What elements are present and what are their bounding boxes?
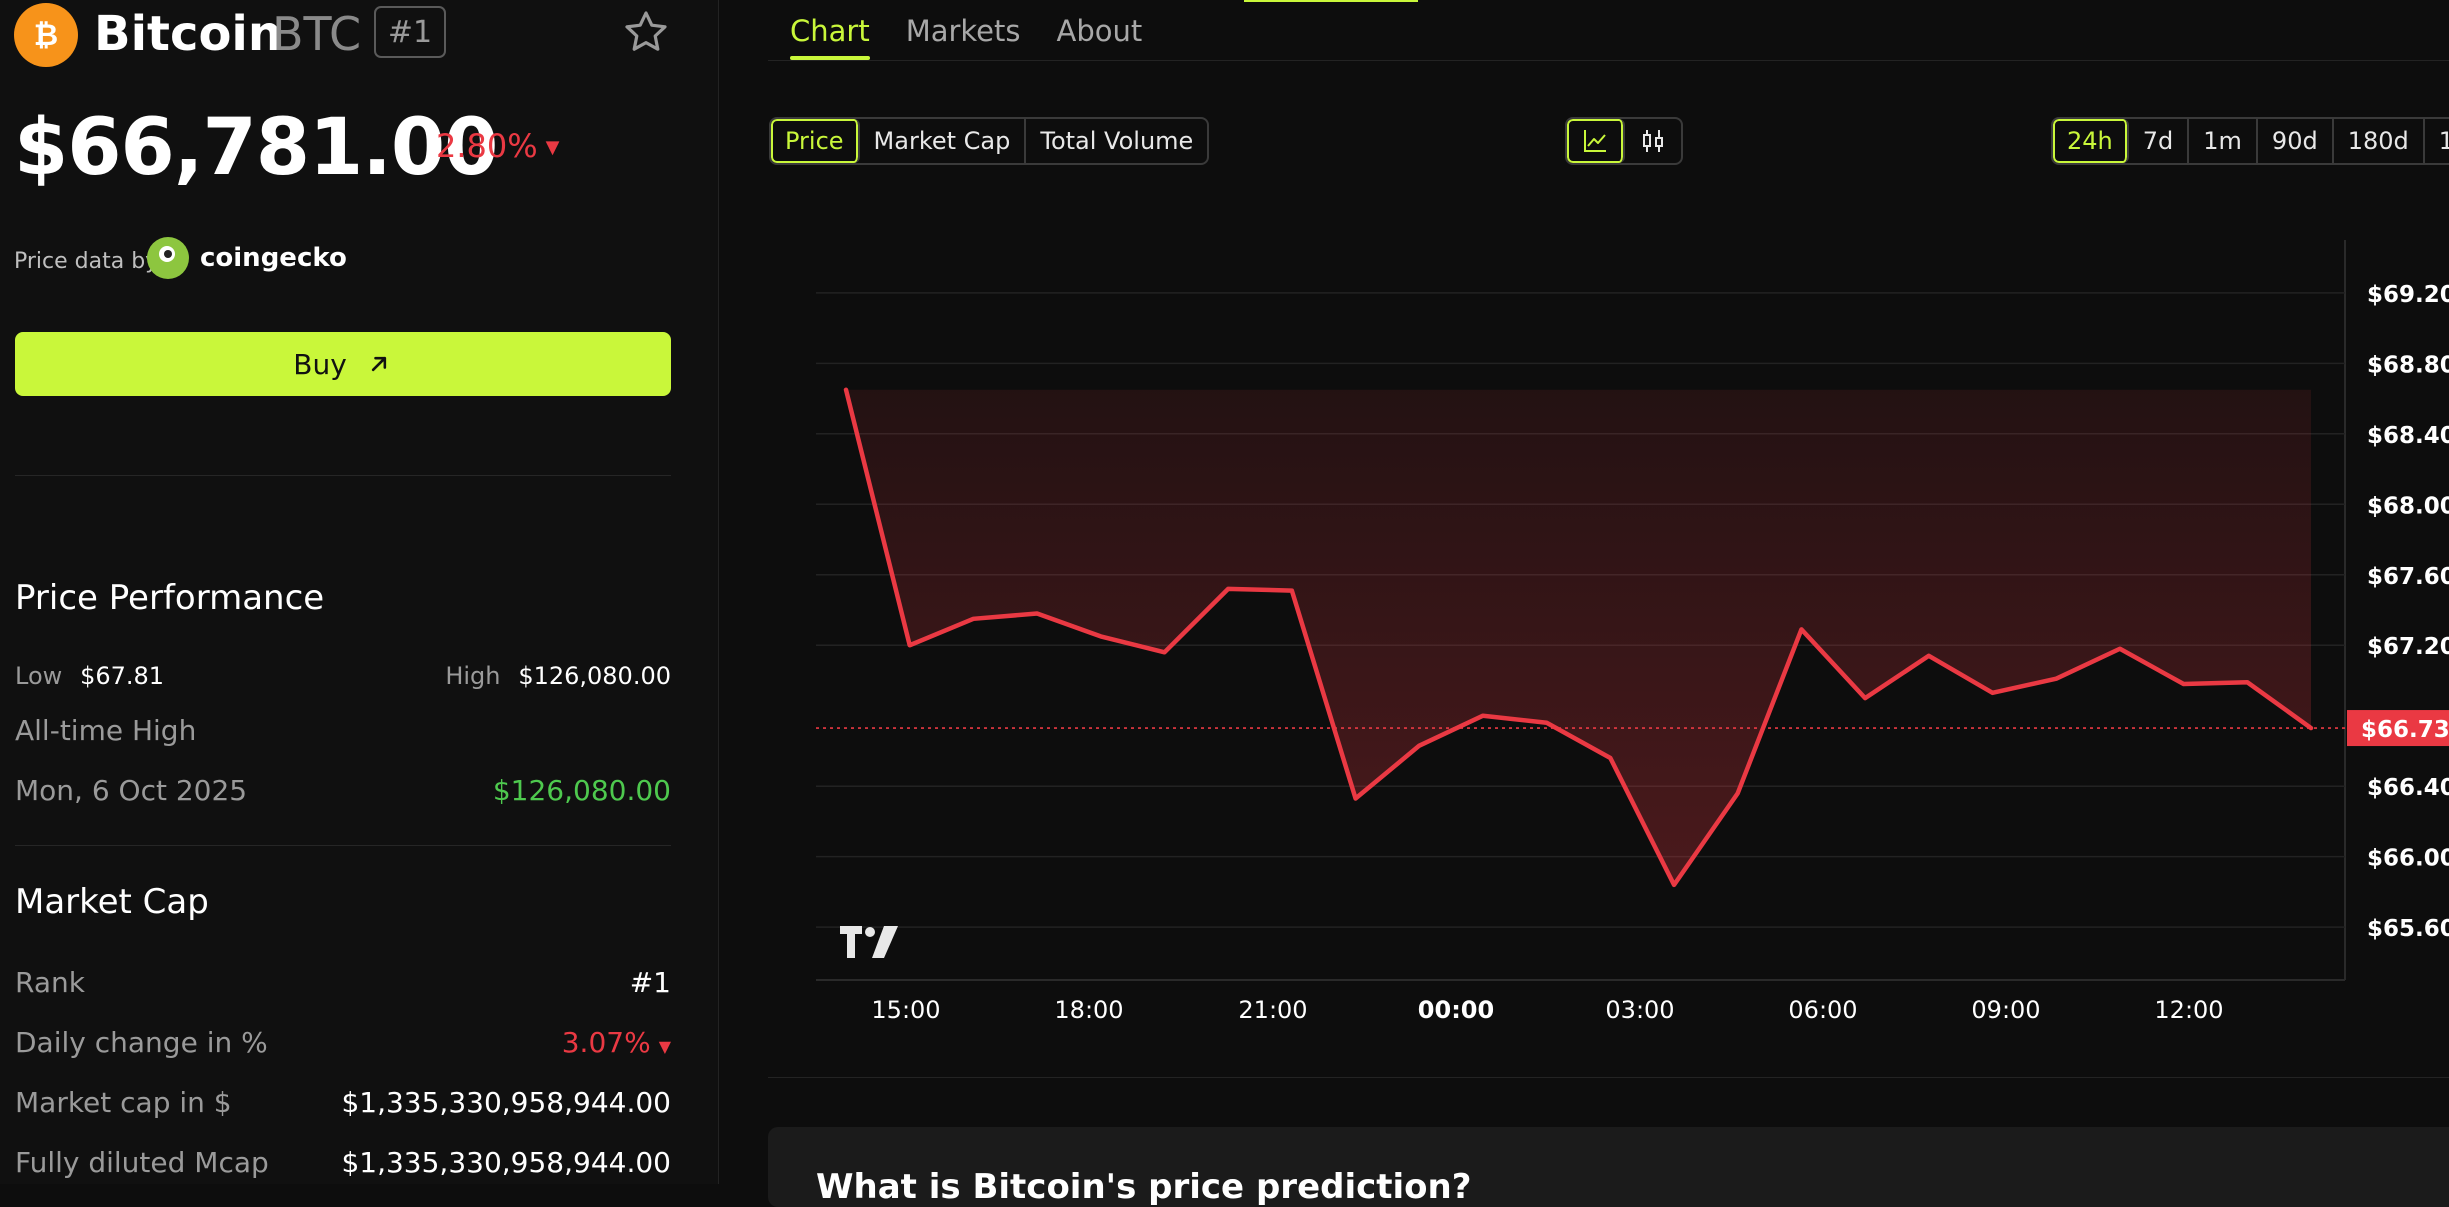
y-tick-label: $68.40K — [2367, 423, 2449, 449]
y-tick-label: $66.00K — [2367, 846, 2449, 872]
data-point — [2309, 726, 2313, 730]
x-tick-label: 03:00 — [1605, 996, 1674, 1024]
data-point — [2182, 682, 2186, 686]
y-tick-label: $67.60K — [2367, 564, 2449, 590]
data-point — [1608, 756, 1612, 760]
data-point — [2118, 647, 2122, 651]
prediction-card[interactable]: What is Bitcoin's price prediction? — [768, 1127, 2449, 1207]
data-point — [1354, 797, 1358, 801]
y-tick-label: $67.20K — [2367, 634, 2449, 660]
y-tick-label: $68.80K — [2367, 352, 2449, 378]
data-point — [1481, 714, 1485, 718]
x-tick-label: 18:00 — [1054, 996, 1123, 1024]
data-point — [1863, 696, 1867, 700]
data-point — [1162, 650, 1166, 654]
x-tick-label: 00:00 — [1418, 996, 1494, 1024]
data-point — [844, 388, 848, 392]
x-tick-label: 21:00 — [1238, 996, 1307, 1024]
data-point — [908, 643, 912, 647]
data-point — [1417, 744, 1421, 748]
data-point — [1927, 654, 1931, 658]
data-point — [2245, 680, 2249, 684]
chart-bottom-divider — [768, 1077, 2449, 1078]
data-point — [1799, 627, 1803, 631]
current-price-tag-label: $66.73K — [2361, 717, 2449, 743]
price-chart[interactable]: $69.20K $68.80K $68.40K $68.00K $67.60K $67.2… — [0, 0, 2449, 1184]
data-point — [1991, 691, 1995, 695]
data-point — [1545, 721, 1549, 725]
y-tick-label: $69.20K — [2367, 282, 2449, 308]
y-tick-label: $65.60K — [2367, 916, 2449, 942]
data-point — [1290, 589, 1294, 593]
data-point — [1035, 612, 1039, 616]
tradingview-logo-icon — [840, 926, 898, 958]
prediction-card-title: What is Bitcoin's price prediction? — [816, 1167, 1472, 1207]
data-point — [1672, 883, 1676, 887]
data-point — [971, 617, 975, 621]
data-point — [1226, 587, 1230, 591]
price-area-fill — [846, 389, 2311, 885]
x-tick-label: 15:00 — [871, 996, 940, 1024]
data-point — [1099, 634, 1103, 638]
data-point — [1736, 791, 1740, 795]
x-tick-label: 12:00 — [2154, 996, 2223, 1024]
y-tick-label: $68.00K — [2367, 493, 2449, 519]
data-point — [2054, 677, 2058, 681]
y-tick-label: $66.40K — [2367, 775, 2449, 801]
x-tick-label: 09:00 — [1971, 996, 2040, 1024]
x-tick-label: 06:00 — [1788, 996, 1857, 1024]
